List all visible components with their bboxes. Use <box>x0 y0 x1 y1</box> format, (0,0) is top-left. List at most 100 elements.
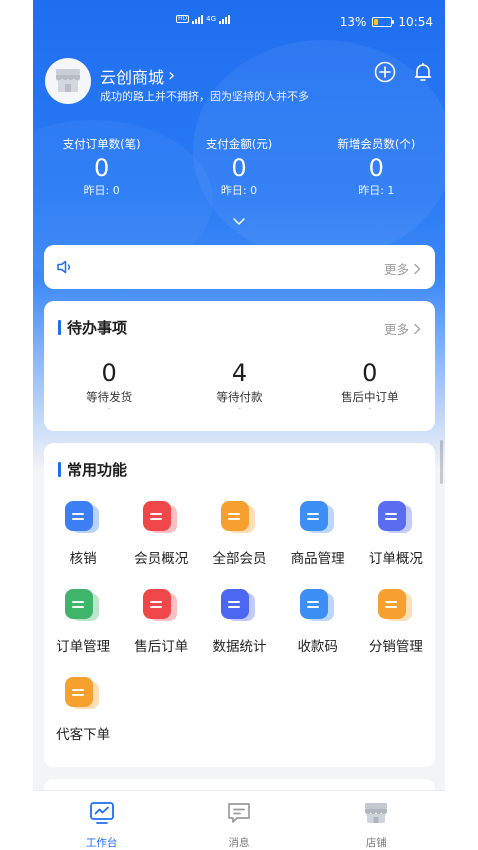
chevron-down-icon[interactable] <box>231 214 247 230</box>
function-label: 核销 <box>69 551 97 567</box>
todo-name: 等待付款 <box>216 390 263 404</box>
speaker-icon <box>57 260 71 274</box>
notification-button[interactable] <box>411 60 435 84</box>
stat-yesterday: 昨日: 1 <box>358 184 395 197</box>
workbench-icon <box>89 802 114 824</box>
todo-name: 等待发货 <box>86 390 133 404</box>
todo-item-after-sale[interactable]: 0 售后中订单 - <box>305 359 435 414</box>
stat-value: 0 <box>94 154 110 182</box>
stat-value: 0 <box>231 154 247 182</box>
functions-grid: 核销 会员概况 全部会员 商品管理 订单概况订单管理 售后订单 数据统计 收款码 分销管理代客下… <box>44 499 435 743</box>
tab-label: 工作台 <box>85 837 118 849</box>
chevron-right-icon <box>414 323 421 334</box>
store-header: 云创商城 › 成功的路上并不拥挤，因为坚持的人并不多 <box>45 58 435 108</box>
all-members-icon <box>219 499 259 539</box>
stat-label: 支付订单数(笔) <box>62 137 141 151</box>
bell-icon <box>414 62 432 81</box>
order-overview-icon <box>376 499 416 539</box>
clock: 10:54 <box>398 15 433 29</box>
function-label: 全部会员 <box>212 551 267 567</box>
function-label: 售后订单 <box>134 639 189 655</box>
status-right: 13% 10:54 <box>340 15 433 29</box>
stat-label: 支付金额(元) <box>205 137 273 151</box>
todo-name: 售后中订单 <box>341 390 399 404</box>
function-distribution[interactable]: 分销管理 <box>357 587 435 655</box>
function-cart[interactable]: 商品管理 <box>279 499 357 567</box>
stat-label: 新增会员数(个) <box>337 137 416 151</box>
todo-count: 4 <box>231 359 248 387</box>
scrollbar[interactable] <box>440 440 443 484</box>
todo-sub: - <box>237 404 242 414</box>
function-all-members[interactable]: 全部会员 <box>200 499 278 567</box>
bottom-tab-bar: 工作台 消息 店铺 <box>33 790 445 850</box>
signal-icon-2 <box>219 14 231 24</box>
todo-title: 待办事项 <box>58 317 127 338</box>
stat-paid-orders[interactable]: 支付订单数(笔) 0 昨日: 0 <box>33 136 170 206</box>
function-after-sale[interactable]: 售后订单 <box>122 587 200 655</box>
todo-more-link[interactable]: 更多 <box>384 319 421 338</box>
stat-paid-amount[interactable]: 支付金额(元) 0 昨日: 0 <box>170 136 307 206</box>
tab-label: 店铺 <box>365 837 387 849</box>
function-label: 会员概况 <box>134 551 189 567</box>
stat-yesterday: 昨日: 0 <box>220 184 258 197</box>
tab-store[interactable]: 店铺 <box>308 791 445 850</box>
todo-card: 待办事项 更多 0 等待发货 - 4 等待付款 - 0 售后中订单 - <box>44 301 435 431</box>
app-screen: HD 4G 13% 10:54 云创商城 › 成功的路上并不拥挤，因为坚持的人并… <box>33 0 445 850</box>
right-frame <box>445 0 478 850</box>
todo-count: 0 <box>362 359 378 387</box>
more-label: 更多 <box>383 322 409 337</box>
todo-item-pending-shipment[interactable]: 0 等待发货 - <box>44 359 174 414</box>
battery-percent: 13% <box>339 15 367 29</box>
function-label: 商品管理 <box>290 551 345 567</box>
payment-code-icon <box>298 587 338 627</box>
title-accent-bar <box>58 462 61 477</box>
tab-label: 消息 <box>228 837 250 849</box>
tab-messages[interactable]: 消息 <box>170 791 307 850</box>
function-label: 数据统计 <box>212 639 267 655</box>
function-verify[interactable]: 核销 <box>44 499 122 567</box>
hd-badge: HD <box>176 15 190 23</box>
plus-circle-icon <box>374 61 396 83</box>
function-label: 代客下单 <box>56 727 111 743</box>
todo-items: 0 等待发货 - 4 等待付款 - 0 售后中订单 - <box>44 359 435 414</box>
notice-more-link[interactable]: 更多 <box>384 259 421 278</box>
store-name[interactable]: 云创商城 › <box>100 64 175 88</box>
functions-card: 常用功能 核销 会员概况 全部会员 商品管理 订单概况订单管理 售后订单 数据统计 收款码 分销… <box>44 443 435 767</box>
function-order-overview[interactable]: 订单概况 <box>357 499 435 567</box>
functions-title: 常用功能 <box>58 459 127 480</box>
function-label: 收款码 <box>297 639 338 655</box>
store-avatar-icon <box>56 69 80 92</box>
add-button[interactable] <box>373 60 397 84</box>
store-avatar[interactable] <box>45 58 91 104</box>
function-label: 分销管理 <box>368 639 423 655</box>
status-bar: HD 4G 13% 10:54 <box>33 10 445 38</box>
todo-count: 0 <box>101 359 117 387</box>
function-chart[interactable]: 数据统计 <box>200 587 278 655</box>
function-label: 订单管理 <box>56 639 111 655</box>
chevron-right-icon <box>414 263 421 274</box>
stat-yesterday: 昨日: 0 <box>83 184 120 197</box>
left-frame <box>0 0 33 850</box>
store-name-text: 云创商城 <box>100 68 165 87</box>
more-label: 更多 <box>383 262 409 277</box>
message-icon <box>228 803 250 823</box>
function-proxy-order[interactable]: 代客下单 <box>44 675 122 743</box>
stat-new-members[interactable]: 新增会员数(个) 0 昨日: 1 <box>308 136 445 206</box>
function-member-overview[interactable]: 会员概况 <box>122 499 200 567</box>
chevron-right-icon: › <box>168 65 176 86</box>
todo-sub: - <box>107 404 111 414</box>
network-type: 4G <box>206 15 217 23</box>
todo-sub: - <box>368 404 372 414</box>
battery-icon <box>372 17 395 27</box>
chart-icon <box>219 587 259 627</box>
tab-workbench[interactable]: 工作台 <box>33 791 170 850</box>
function-payment-code[interactable]: 收款码 <box>279 587 357 655</box>
header-actions <box>373 60 435 84</box>
todo-item-pending-payment[interactable]: 4 等待付款 - <box>174 359 304 414</box>
store-slogan: 成功的路上并不拥挤，因为坚持的人并不多 <box>100 90 309 103</box>
title-accent-bar <box>58 320 61 335</box>
function-order-manage[interactable]: 订单管理 <box>44 587 122 655</box>
order-manage-icon <box>63 587 103 627</box>
functions-title-text: 常用功能 <box>67 461 128 479</box>
notice-bar[interactable]: 更多 <box>44 245 435 289</box>
